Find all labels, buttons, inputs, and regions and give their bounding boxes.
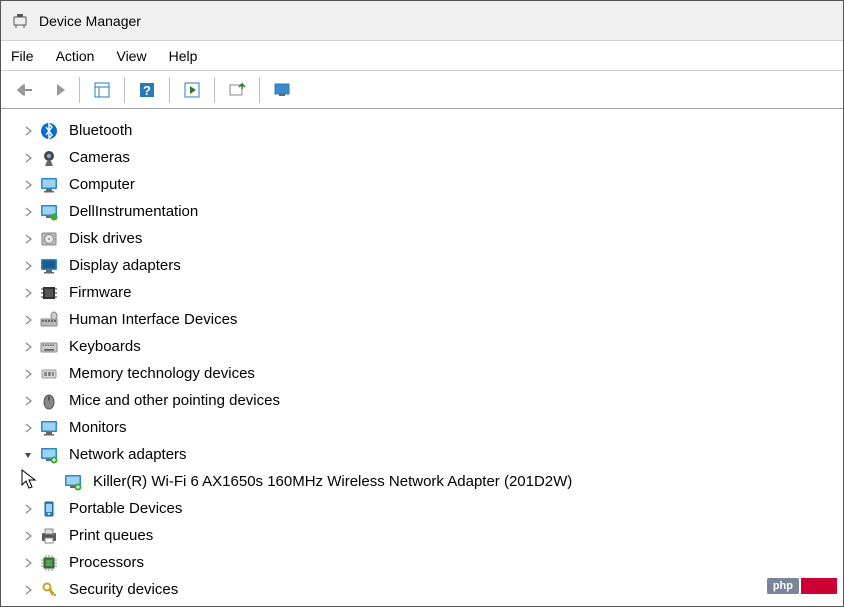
menu-action[interactable]: Action: [56, 48, 95, 64]
watermark-cn: [801, 578, 837, 594]
scan-button[interactable]: [178, 76, 206, 104]
toolbar-separator: [124, 77, 125, 103]
security-icon: [39, 580, 59, 600]
chevron-right-icon[interactable]: [21, 583, 35, 597]
tree-item-label: Security devices: [69, 581, 178, 598]
hid-icon: [39, 310, 59, 330]
menu-help[interactable]: Help: [169, 48, 198, 64]
tree-item[interactable]: Processors: [21, 549, 843, 576]
tree-item[interactable]: Cameras: [21, 144, 843, 171]
window-title: Device Manager: [39, 13, 141, 29]
chevron-right-icon[interactable]: [21, 394, 35, 408]
tree-item-label: Keyboards: [69, 338, 141, 355]
tree-item[interactable]: Display adapters: [21, 252, 843, 279]
tree-item[interactable]: Firmware: [21, 279, 843, 306]
watermark: php: [767, 578, 837, 594]
tree-item[interactable]: Portable Devices: [21, 495, 843, 522]
monitor-icon: [39, 175, 59, 195]
tree-item-label: Bluetooth: [69, 122, 132, 139]
tree-item[interactable]: Security devices: [21, 576, 843, 603]
network-icon: [39, 445, 59, 465]
chevron-right-icon[interactable]: [21, 556, 35, 570]
chevron-right-icon[interactable]: [21, 286, 35, 300]
tree-item-label: Print queues: [69, 527, 153, 544]
chip-green-icon: [39, 202, 59, 222]
camera-icon: [39, 148, 59, 168]
toolbar-separator: [169, 77, 170, 103]
tree-item-label: Human Interface Devices: [69, 311, 237, 328]
chevron-right-icon[interactable]: [21, 340, 35, 354]
tree-item-label: Cameras: [69, 149, 130, 166]
printer-icon: [39, 526, 59, 546]
chevron-right-icon[interactable]: [21, 367, 35, 381]
tree-item[interactable]: Computer: [21, 171, 843, 198]
toolbar: ?: [1, 71, 843, 109]
svg-text:?: ?: [143, 83, 151, 98]
tree-item-label: Monitors: [69, 419, 127, 436]
tree-item[interactable]: Bluetooth: [21, 117, 843, 144]
chevron-right-icon[interactable]: [21, 205, 35, 219]
chevron-right-icon[interactable]: [21, 259, 35, 273]
firmware-icon: [39, 283, 59, 303]
help-button[interactable]: ?: [133, 76, 161, 104]
tree-item-label: DellInstrumentation: [69, 203, 198, 220]
chevron-down-icon[interactable]: [21, 448, 35, 462]
tree-child-label: Killer(R) Wi-Fi 6 AX1650s 160MHz Wireles…: [93, 473, 572, 490]
cpu-icon: [39, 553, 59, 573]
tree-item-label: Computer: [69, 176, 135, 193]
app-icon: [11, 12, 29, 30]
tree-item[interactable]: Monitors: [21, 414, 843, 441]
tree-item[interactable]: Human Interface Devices: [21, 306, 843, 333]
monitor-icon: [39, 418, 59, 438]
tree-item[interactable]: Keyboards: [21, 333, 843, 360]
tree-item-label: Processors: [69, 554, 144, 571]
tree-item-label: Firmware: [69, 284, 132, 301]
chevron-right-icon[interactable]: [21, 421, 35, 435]
chevron-right-icon[interactable]: [21, 178, 35, 192]
watermark-php: php: [767, 578, 799, 594]
chevron-right-icon[interactable]: [21, 313, 35, 327]
chevron-right-icon[interactable]: [21, 151, 35, 165]
forward-button[interactable]: [43, 76, 71, 104]
update-driver-button[interactable]: [223, 76, 251, 104]
tree-item-label: Network adapters: [69, 446, 187, 463]
chevron-right-icon[interactable]: [21, 232, 35, 246]
tree-item-label: Disk drives: [69, 230, 142, 247]
device-tree[interactable]: Bluetooth Cameras Computer DellInstrumentat…: [1, 109, 843, 606]
titlebar: Device Manager: [1, 1, 843, 41]
tree-item-label: Memory technology devices: [69, 365, 255, 382]
tree-item[interactable]: DellInstrumentation: [21, 198, 843, 225]
tree-item-label: Display adapters: [69, 257, 181, 274]
display-icon: [39, 256, 59, 276]
tree-item[interactable]: Print queues: [21, 522, 843, 549]
tree-child-item[interactable]: Killer(R) Wi-Fi 6 AX1650s 160MHz Wireles…: [21, 468, 843, 495]
properties-button[interactable]: [88, 76, 116, 104]
back-button[interactable]: [11, 76, 39, 104]
toolbar-separator: [214, 77, 215, 103]
portable-icon: [39, 499, 59, 519]
memory-icon: [39, 364, 59, 384]
mouse-icon: [39, 391, 59, 411]
network-icon: [63, 472, 83, 492]
tree-item[interactable]: Disk drives: [21, 225, 843, 252]
tree-item[interactable]: Network adapters: [21, 441, 843, 468]
chevron-right-icon[interactable]: [21, 529, 35, 543]
toolbar-separator: [79, 77, 80, 103]
tree-item-label: Mice and other pointing devices: [69, 392, 280, 409]
tree-item-label: Portable Devices: [69, 500, 182, 517]
chevron-right-icon[interactable]: [21, 502, 35, 516]
menu-file[interactable]: File: [11, 48, 34, 64]
devices-button[interactable]: [268, 76, 296, 104]
keyboard-icon: [39, 337, 59, 357]
bluetooth-icon: [39, 121, 59, 141]
chevron-right-icon[interactable]: [21, 124, 35, 138]
tree-item[interactable]: Memory technology devices: [21, 360, 843, 387]
tree-item[interactable]: Mice and other pointing devices: [21, 387, 843, 414]
menubar: File Action View Help: [1, 41, 843, 71]
disk-icon: [39, 229, 59, 249]
menu-view[interactable]: View: [116, 48, 146, 64]
toolbar-separator: [259, 77, 260, 103]
